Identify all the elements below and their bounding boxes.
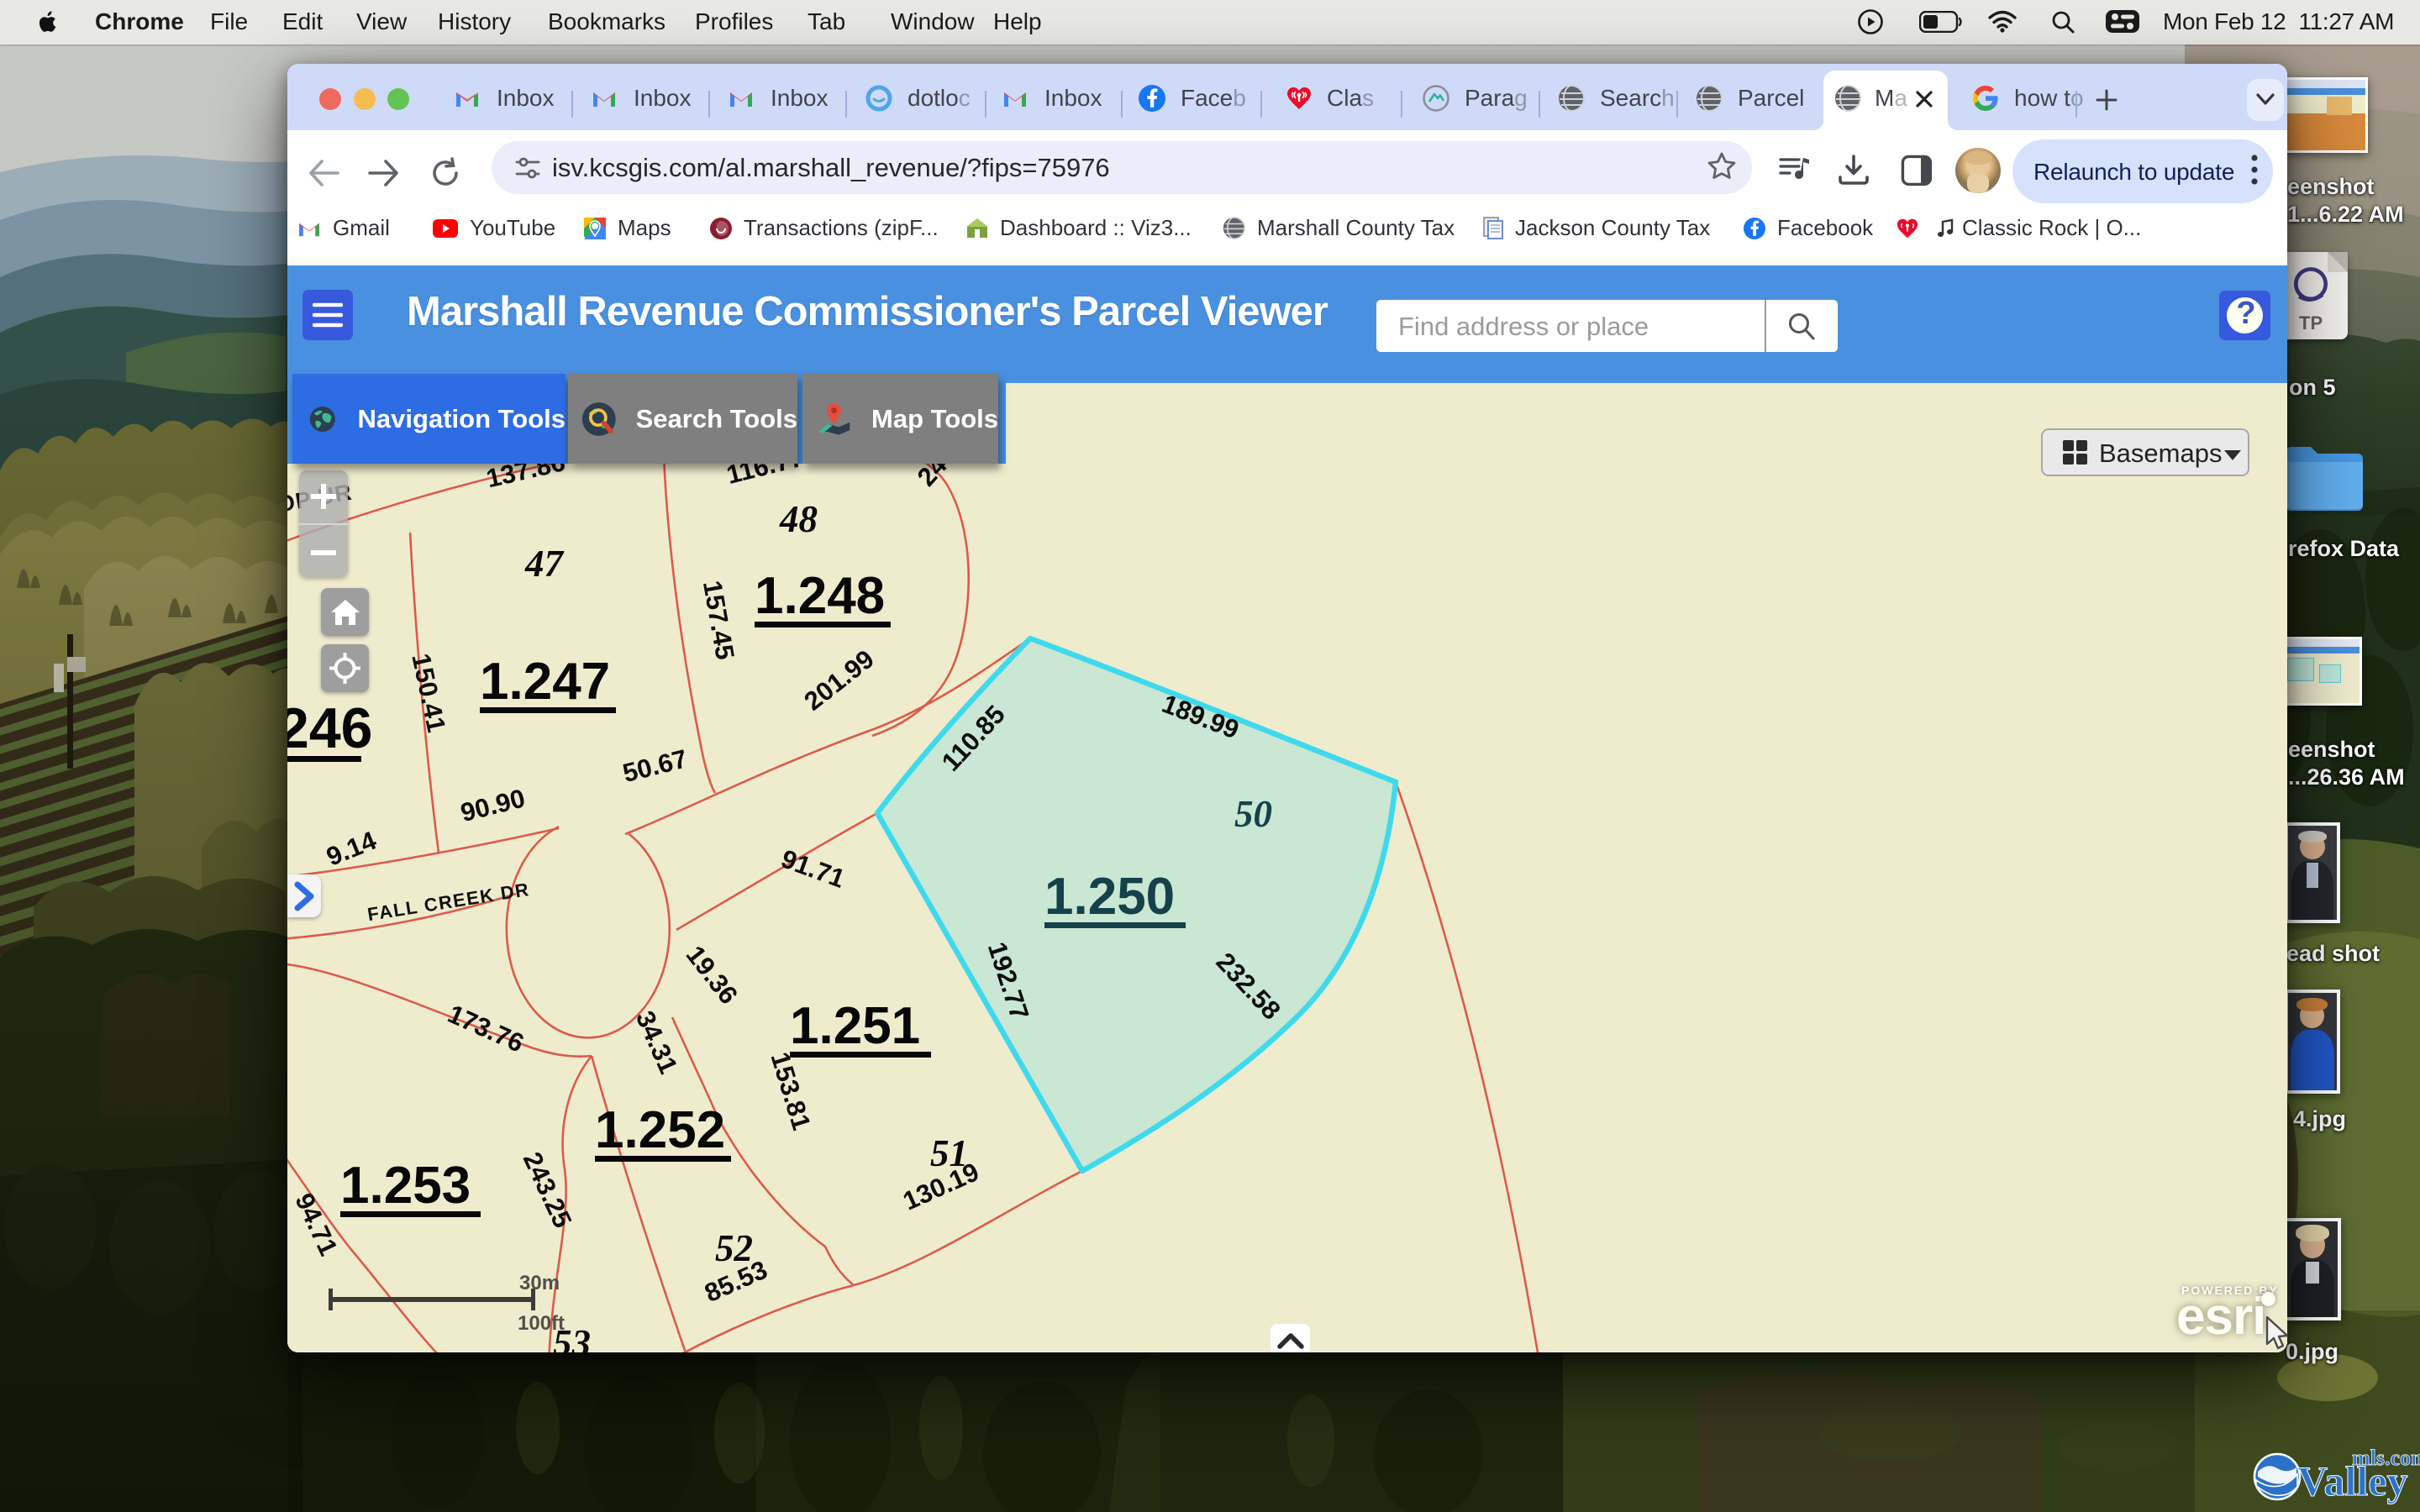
svg-text:201.99: 201.99 bbox=[798, 644, 879, 717]
svg-text:94.71: 94.71 bbox=[289, 1189, 344, 1260]
svg-text:50: 50 bbox=[1234, 793, 1272, 835]
svg-text:246: 246 bbox=[287, 696, 372, 760]
svg-text:1.247: 1.247 bbox=[480, 653, 610, 711]
svg-text:50.67: 50.67 bbox=[620, 743, 691, 788]
svg-text:1.251: 1.251 bbox=[790, 997, 920, 1055]
svg-text:91.71: 91.71 bbox=[777, 843, 849, 893]
svg-text:153.81: 153.81 bbox=[765, 1048, 816, 1133]
svg-text:19.36: 19.36 bbox=[681, 940, 744, 1010]
svg-text:243.25: 243.25 bbox=[518, 1147, 578, 1232]
svg-text:1.253: 1.253 bbox=[340, 1157, 471, 1215]
svg-text:1.248: 1.248 bbox=[755, 567, 885, 625]
svg-text:157.45: 157.45 bbox=[697, 578, 740, 661]
svg-text:48: 48 bbox=[779, 498, 818, 540]
svg-text:173.76: 173.76 bbox=[444, 999, 529, 1058]
svg-text:90.90: 90.90 bbox=[458, 783, 529, 827]
svg-text:mls.com: mls.com bbox=[2352, 1446, 2420, 1470]
svg-text:1.250: 1.250 bbox=[1044, 868, 1175, 926]
svg-text:1.252: 1.252 bbox=[595, 1101, 725, 1159]
svg-text:47: 47 bbox=[524, 543, 565, 585]
svg-text:34.31: 34.31 bbox=[630, 1006, 684, 1078]
svg-text:150.41: 150.41 bbox=[406, 651, 451, 735]
